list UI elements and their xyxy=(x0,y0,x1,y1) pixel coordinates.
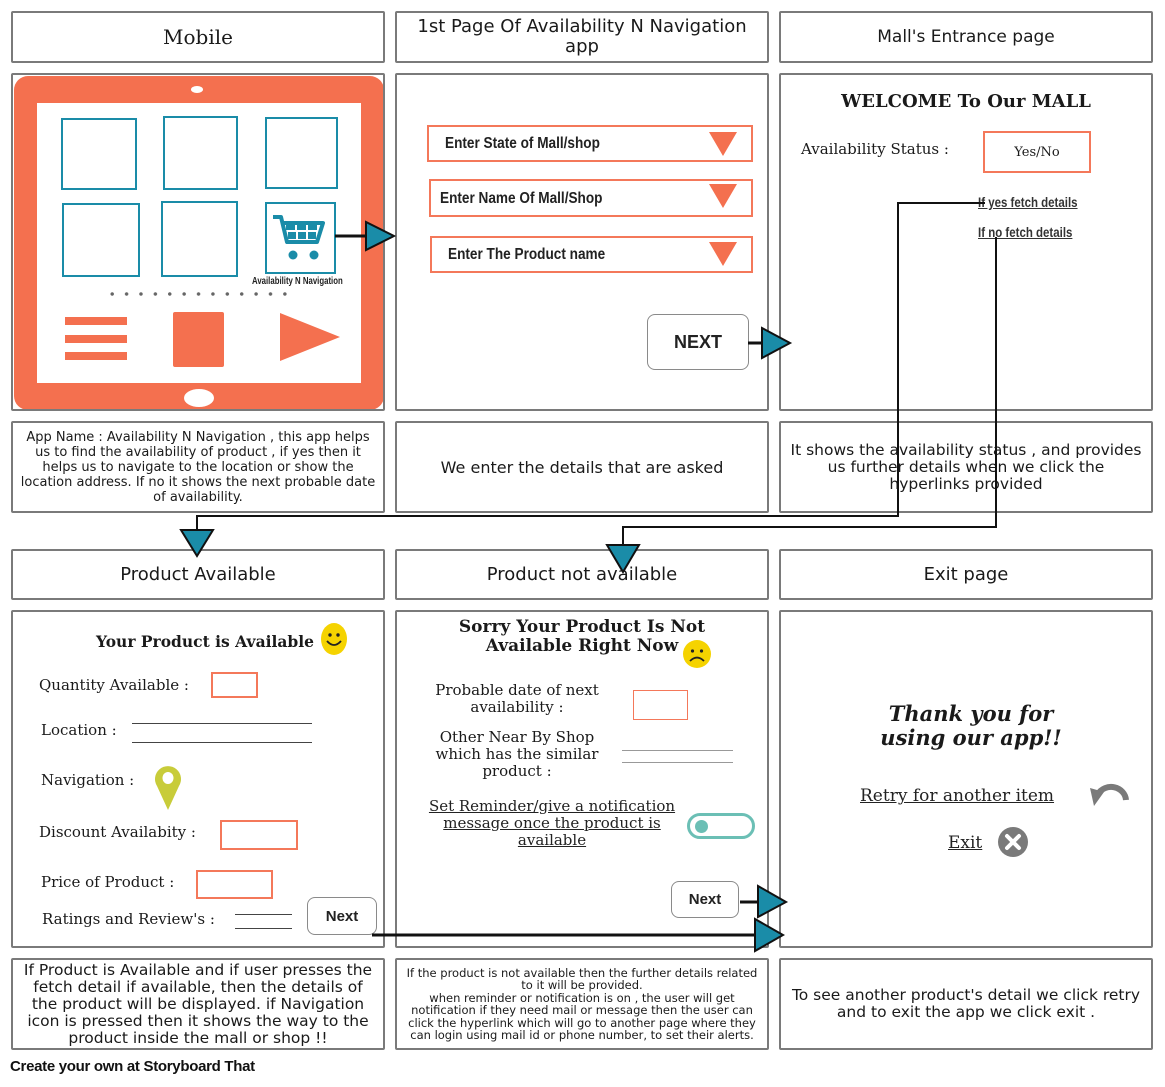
discount-field xyxy=(220,820,298,850)
panel-title-mall-entrance: Mall's Entrance page xyxy=(779,11,1153,63)
availability-status-label: Availability Status : xyxy=(801,140,949,158)
storyboard-footer[interactable]: Create your own at Storyboard That xyxy=(10,1058,255,1075)
shopping-cart-icon xyxy=(273,215,325,260)
panel-product-available: Your Product is Available Quantity Avail… xyxy=(11,610,385,948)
app-tile[interactable] xyxy=(61,118,137,190)
quantity-field xyxy=(211,672,258,698)
probable-date-field xyxy=(633,690,688,720)
panel-title-mobile: Mobile xyxy=(11,11,385,63)
app-icon-label: Availability N Navigation xyxy=(252,276,343,287)
panel-mall-entrance: WELCOME To Our MALL Availability Status … xyxy=(779,73,1153,411)
probable-date-label: Probable date of next availability : xyxy=(435,681,599,716)
description-product-not-available: If the product is not available then the… xyxy=(395,958,769,1050)
location-line xyxy=(132,742,312,743)
triangle-down-icon[interactable] xyxy=(709,184,737,208)
smiley-sad-icon xyxy=(683,640,711,668)
panel-title-first-page: 1st Page Of Availability N Navigation ap… xyxy=(395,11,769,63)
quantity-label: Quantity Available : xyxy=(39,676,189,694)
next-button[interactable]: Next xyxy=(671,881,739,918)
description-mall-entrance: It shows the availability status , and p… xyxy=(779,421,1153,513)
smiley-happy-icon xyxy=(321,623,347,655)
app-tile-availability-n-navigation[interactable] xyxy=(265,202,336,274)
welcome-heading: WELCOME To Our MALL xyxy=(841,91,1091,112)
description-product-available: If Product is Available and if user pres… xyxy=(11,958,385,1050)
discount-label: Discount Availabity : xyxy=(39,823,196,841)
navigation-label: Navigation : xyxy=(41,771,135,789)
next-button[interactable]: Next xyxy=(307,897,377,935)
ratings-line xyxy=(235,928,292,929)
availability-status-value: Yes/No xyxy=(1014,144,1060,160)
panel-product-not-available: Sorry Your Product Is Not Available Righ… xyxy=(395,610,769,948)
product-available-heading: Your Product is Available xyxy=(96,632,315,651)
app-tile[interactable] xyxy=(161,201,238,277)
location-line xyxy=(132,723,312,724)
toggle-knob xyxy=(695,820,708,833)
panel-title-product-not-available: Product not available xyxy=(395,549,769,600)
triangle-down-icon[interactable] xyxy=(709,132,737,156)
play-icon[interactable] xyxy=(280,313,340,361)
description-exit-page: To see another product's detail we click… xyxy=(779,958,1153,1050)
map-pin-icon[interactable] xyxy=(153,762,183,812)
app-tile[interactable] xyxy=(265,117,338,189)
dropdown-state-placeholder: Enter State of Mall/shop xyxy=(445,135,600,152)
panel-first-page: Enter State of Mall/shop Enter Name Of M… xyxy=(395,73,769,411)
description-first-page: We enter the details that are asked xyxy=(395,421,769,513)
undo-arrow-icon[interactable] xyxy=(1088,780,1130,810)
nearby-shop-line xyxy=(622,750,733,751)
nearby-shop-label: Other Near By Shop which has the similar… xyxy=(435,728,599,780)
link-if-yes-fetch-details[interactable]: If yes fetch details xyxy=(978,194,1078,210)
set-reminder-link[interactable]: Set Reminder/give a notification message… xyxy=(412,798,692,849)
link-if-no-fetch-details[interactable]: If no fetch details xyxy=(978,224,1072,240)
close-circle-icon[interactable] xyxy=(997,826,1029,858)
page-indicator-dots xyxy=(105,292,295,296)
location-label: Location : xyxy=(41,721,117,739)
triangle-down-icon[interactable] xyxy=(709,242,737,266)
thank-you-message: Thank you for using our app!! xyxy=(880,701,1062,750)
nearby-shop-line xyxy=(622,762,733,763)
app-tile[interactable] xyxy=(62,203,140,277)
square-icon[interactable] xyxy=(173,312,224,367)
panel-title-product-available: Product Available xyxy=(11,549,385,600)
dropdown-mall-name-placeholder: Enter Name Of Mall/Shop xyxy=(440,190,603,207)
tablet-camera xyxy=(191,86,203,93)
menu-icon[interactable] xyxy=(65,317,127,361)
retry-link[interactable]: Retry for another item xyxy=(860,786,1054,806)
panel-mobile: Availability N Navigation xyxy=(11,73,385,411)
description-mobile: App Name : Availability N Navigation , t… xyxy=(11,421,385,513)
dropdown-product-name[interactable]: Enter The Product name xyxy=(430,236,753,273)
availability-status-field: Yes/No xyxy=(983,131,1091,173)
ratings-line xyxy=(235,914,292,915)
dropdown-product-name-placeholder: Enter The Product name xyxy=(448,246,606,263)
ratings-label: Ratings and Review's : xyxy=(42,910,215,928)
price-label: Price of Product : xyxy=(41,873,175,891)
reminder-toggle[interactable] xyxy=(687,813,755,839)
panel-title-exit-page: Exit page xyxy=(779,549,1153,600)
not-available-heading-line1: Sorry Your Product Is Not xyxy=(458,617,706,637)
panel-exit-page: Thank you for using our app!! Retry for … xyxy=(779,610,1153,948)
tablet-home-button[interactable] xyxy=(184,389,214,407)
price-field xyxy=(196,870,273,899)
exit-link[interactable]: Exit xyxy=(948,833,982,853)
app-tile[interactable] xyxy=(163,116,238,190)
next-button[interactable]: NEXT xyxy=(647,314,749,370)
dropdown-state[interactable]: Enter State of Mall/shop xyxy=(427,125,753,162)
dropdown-mall-name[interactable]: Enter Name Of Mall/Shop xyxy=(429,179,753,217)
